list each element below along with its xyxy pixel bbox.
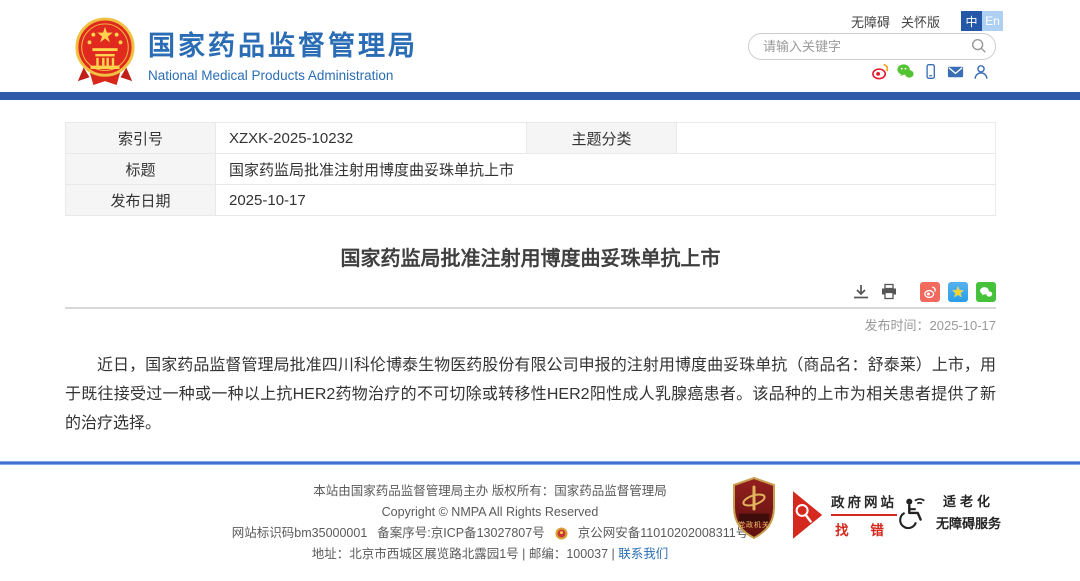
topic-label: 主题分类	[527, 123, 677, 154]
footer-text-block: 本站由国家药品监督管理局主办 版权所有：国家药品监督管理局 Copyright …	[230, 481, 750, 565]
search-input[interactable]	[763, 35, 953, 58]
accessibility-link[interactable]: 无障碍	[851, 12, 890, 31]
site-header: 国家药品监督管理局 National Medical Products Admi…	[0, 0, 1080, 92]
date-value: 2025-10-17	[216, 185, 996, 216]
main-content: 索引号 XZXK-2025-10232 主题分类 标题 国家药监局批准注射用博度…	[65, 122, 996, 438]
care-version-link[interactable]: 关怀版	[901, 12, 940, 31]
find-error-badge[interactable]: 政府网站 找 错	[793, 489, 897, 541]
download-icon[interactable]	[851, 282, 871, 302]
find-error-top-label: 政府网站	[831, 491, 897, 511]
title-label: 标题	[66, 154, 216, 185]
article-title: 国家药监局批准注射用博度曲妥珠单抗上市	[65, 242, 996, 271]
table-row: 标题 国家药监局批准注射用博度曲妥珠单抗上市	[66, 154, 996, 185]
footer-record-line: 网站标识码bm35000001 备案序号:京ICP备13027807号 京公网安…	[230, 523, 750, 544]
find-error-flag-icon	[793, 489, 824, 541]
footer-address: 地址：北京市西城区展览路北露园1号 | 邮编：100037 |	[312, 547, 615, 561]
police-badge-icon	[555, 527, 568, 540]
national-emblem-icon	[74, 17, 136, 89]
footer-address-line: 地址：北京市西城区展览路北露园1号 | 邮编：100037 | 联系我们	[230, 544, 750, 565]
share-weibo-icon[interactable]	[920, 282, 940, 302]
search-box	[748, 33, 996, 60]
weibo-icon[interactable]	[871, 62, 890, 81]
share-bar: ★	[65, 282, 996, 309]
share-favorite-icon[interactable]: ★	[948, 282, 968, 302]
wheelchair-icon	[898, 495, 930, 529]
topic-value	[677, 123, 996, 154]
header-divider-bar	[0, 92, 1080, 100]
publish-time: 发布时间：2025-10-17	[65, 315, 996, 334]
footer-copyright-line: Copyright © NMPA All Rights Reserved	[230, 502, 750, 523]
lang-zh-toggle[interactable]: 中	[961, 11, 982, 31]
topbar: 无障碍 关怀版 中 En	[851, 11, 1003, 31]
publish-time-label: 发布时间：	[864, 318, 929, 333]
elderly-bottom-label: 无障碍服务	[936, 513, 1001, 532]
social-icon-row	[871, 62, 990, 81]
contact-us-link[interactable]: 联系我们	[618, 547, 668, 561]
party-government-badge[interactable]: 党政机关	[731, 477, 777, 539]
footer-host-line: 本站由国家药品监督管理局主办 版权所有：国家药品监督管理局	[230, 481, 750, 502]
lang-en-toggle[interactable]: En	[982, 11, 1003, 31]
title-value: 国家药监局批准注射用博度曲妥珠单抗上市	[216, 154, 996, 185]
footer-icp[interactable]: 备案序号:京ICP备13027807号	[377, 523, 544, 544]
print-icon[interactable]	[879, 282, 899, 302]
party-badge-label: 党政机关	[731, 520, 777, 530]
find-error-bottom-label: 找 错	[831, 519, 897, 539]
search-icon[interactable]	[969, 37, 989, 57]
share-wechat-icon[interactable]	[976, 282, 996, 302]
site-subtitle: National Medical Products Administration	[148, 68, 418, 83]
page: 国家药品监督管理局 National Medical Products Admi…	[0, 0, 1080, 581]
publish-time-value: 2025-10-17	[930, 318, 997, 333]
footer-police-record[interactable]: 京公网安备11010202008311号	[578, 523, 748, 544]
user-icon[interactable]	[971, 62, 990, 81]
footer-site-code: 网站标识码bm35000001	[232, 523, 367, 544]
mail-icon[interactable]	[946, 62, 965, 81]
date-label: 发布日期	[66, 185, 216, 216]
site-title: 国家药品监督管理局	[148, 24, 418, 63]
accessibility-service-badge[interactable]: 适老化 无障碍服务	[898, 491, 1001, 532]
index-label: 索引号	[66, 123, 216, 154]
mobile-icon[interactable]	[921, 62, 940, 81]
index-value: XZXK-2025-10232	[216, 123, 527, 154]
article-paragraph: 近日，国家药品监督管理局批准四川科伦博泰生物医药股份有限公司申报的注射用博度曲妥…	[65, 351, 996, 438]
site-brand: 国家药品监督管理局 National Medical Products Admi…	[148, 24, 418, 83]
document-meta-table: 索引号 XZXK-2025-10232 主题分类 标题 国家药监局批准注射用博度…	[65, 122, 996, 216]
table-row: 发布日期 2025-10-17	[66, 185, 996, 216]
table-row: 索引号 XZXK-2025-10232 主题分类	[66, 123, 996, 154]
site-footer: 本站由国家药品监督管理局主办 版权所有：国家药品监督管理局 Copyright …	[0, 465, 1080, 581]
find-error-divider	[831, 514, 897, 516]
elderly-top-label: 适老化	[943, 491, 994, 510]
wechat-icon[interactable]	[896, 62, 915, 81]
